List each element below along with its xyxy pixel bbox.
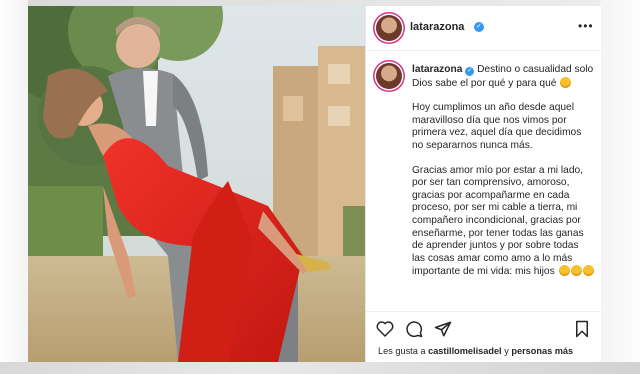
likes-others[interactable]: personas más xyxy=(511,346,573,356)
smiling-face-emoji-icon xyxy=(582,265,594,277)
share-icon[interactable] xyxy=(434,320,452,338)
bookmark-icon[interactable] xyxy=(574,320,590,338)
post-caption: latarazona ✓ Destino o casualidad solo D… xyxy=(412,64,594,279)
verified-badge-icon: ✓ xyxy=(474,22,484,32)
more-options-icon[interactable]: ••• xyxy=(578,19,594,33)
verified-badge-icon: ✓ xyxy=(465,67,475,76)
background-strip-left xyxy=(0,0,28,374)
praying-hands-emoji-icon xyxy=(560,76,572,88)
likes-user[interactable]: castillomelisadel xyxy=(428,346,502,356)
caption-avatar[interactable] xyxy=(376,63,402,89)
smiling-face-emoji-icon xyxy=(558,265,570,277)
background-strip-right xyxy=(600,0,640,374)
caption-username[interactable]: latarazona xyxy=(412,64,462,75)
comment-icon[interactable] xyxy=(405,320,423,338)
post-header: latarazona ✓ ••• xyxy=(366,6,601,51)
caption-paragraph-2: Hoy cumplimos un año desde aquel maravil… xyxy=(412,102,582,151)
header-username[interactable]: latarazona xyxy=(410,21,464,33)
caption-paragraph-3: Gracias amor mío por estar a mi lado, po… xyxy=(412,164,584,278)
likes-line: Les gusta a castillomelisadel y personas… xyxy=(378,346,573,356)
post-photo[interactable] xyxy=(28,6,365,362)
likes-suffix: y xyxy=(504,346,509,356)
author-avatar[interactable] xyxy=(376,15,402,41)
heart-icon[interactable] xyxy=(376,320,394,337)
action-bar xyxy=(366,311,601,342)
post-side-panel: latarazona ✓ ••• latarazona ✓ Destino o … xyxy=(365,6,601,362)
likes-prefix: Les gusta a xyxy=(378,346,426,356)
smiling-face-emoji-icon xyxy=(570,265,582,277)
background-strip-bottom xyxy=(0,362,640,374)
